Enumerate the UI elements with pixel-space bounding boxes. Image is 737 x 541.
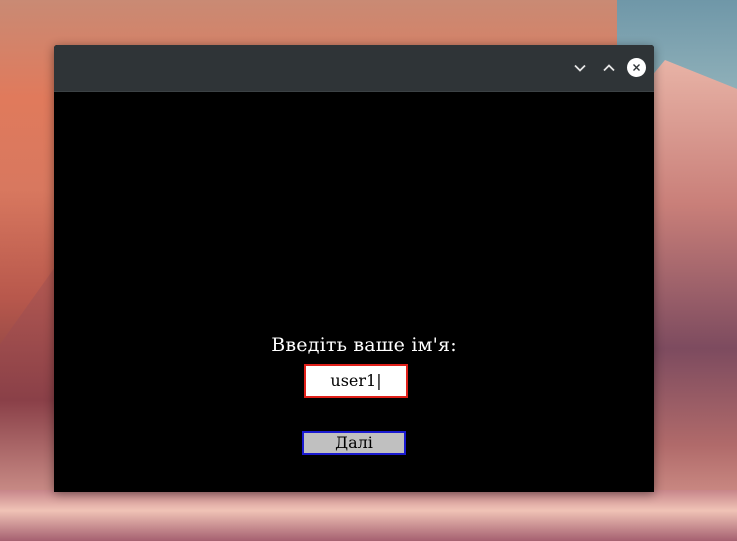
close-icon[interactable] (627, 58, 646, 77)
chevron-up-icon[interactable] (600, 59, 618, 77)
name-prompt-label: Введіть ваше ім'я: (271, 334, 457, 356)
next-button[interactable]: Далі (302, 431, 406, 455)
app-window: Введіть ваше ім'я: user1| Далі (54, 45, 654, 492)
window-content: Введіть ваше ім'я: user1| Далі (54, 92, 654, 492)
window-titlebar[interactable] (54, 45, 654, 92)
chevron-down-icon[interactable] (571, 59, 589, 77)
wallpaper-mountain-bottom (0, 490, 737, 541)
name-input[interactable]: user1| (304, 364, 408, 398)
